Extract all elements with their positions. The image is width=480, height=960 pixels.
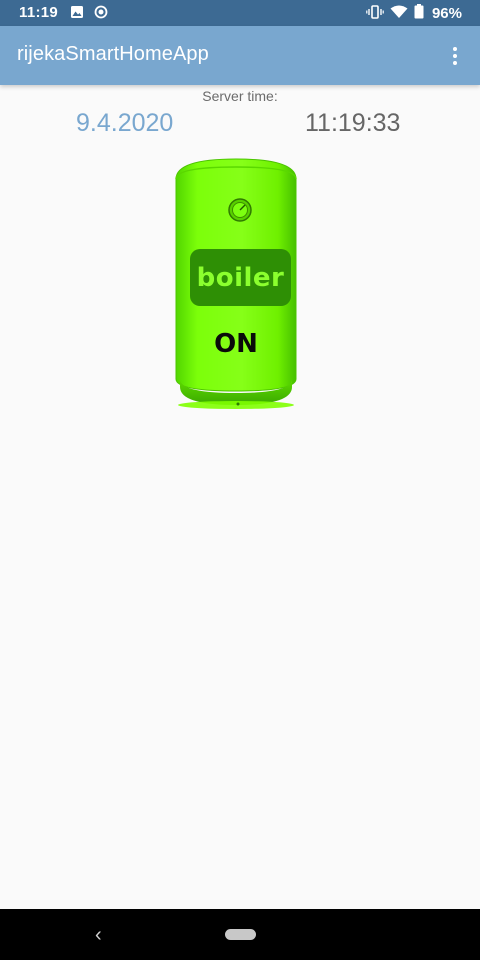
navigation-bar: ‹ xyxy=(0,909,480,960)
server-date: 9.4.2020 xyxy=(76,109,174,137)
status-bar: 11:19 96% xyxy=(0,0,480,26)
server-time: 11:19:33 xyxy=(305,109,401,137)
boiler-label: boiler xyxy=(196,262,285,293)
status-notification-icons xyxy=(70,5,108,24)
home-pill-icon[interactable] xyxy=(225,929,256,940)
record-icon xyxy=(94,5,108,24)
app-title: rijekaSmartHomeApp xyxy=(17,43,209,65)
battery-percentage: 96% xyxy=(431,5,462,22)
back-icon[interactable]: ‹ xyxy=(95,924,102,947)
server-time-label: Server time: xyxy=(202,88,278,104)
status-time: 11:19 xyxy=(19,4,59,21)
overflow-dot xyxy=(453,54,457,58)
overflow-dot xyxy=(453,47,457,51)
status-system-icons: 96% xyxy=(366,4,462,23)
image-icon xyxy=(70,5,84,24)
overflow-menu-icon[interactable] xyxy=(442,41,468,71)
app-bar: rijekaSmartHomeApp xyxy=(0,26,480,85)
boiler-label-box: boiler xyxy=(190,249,291,306)
overflow-dot xyxy=(453,61,457,65)
vibrate-icon xyxy=(366,4,384,23)
boiler-state: ON xyxy=(214,329,258,359)
wifi-icon xyxy=(390,5,408,23)
battery-icon xyxy=(414,4,424,23)
boiler-toggle[interactable]: boiler ON xyxy=(170,155,310,415)
